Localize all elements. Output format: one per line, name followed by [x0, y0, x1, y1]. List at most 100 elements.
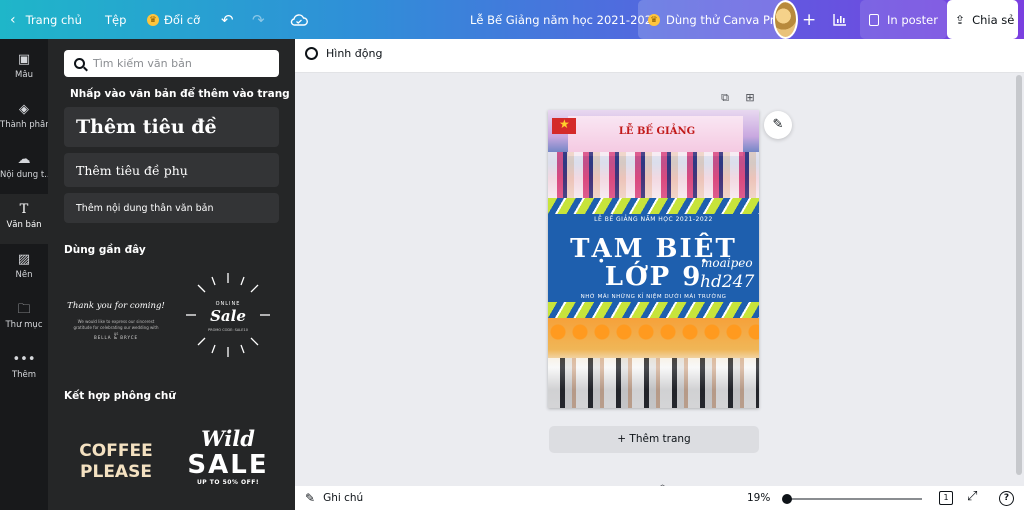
- poster-signature-2: hd247: [700, 272, 755, 292]
- rail-item-more[interactable]: ••• Thêm: [0, 344, 48, 394]
- bottom-bar: ✎ Ghi chú 19% 1 ⤢ ?: [295, 486, 1024, 510]
- try-pro-button[interactable]: ♛ Dùng thử Canva Pro: [638, 0, 792, 39]
- animate-icon: [305, 47, 318, 60]
- sale-main: Sale: [210, 307, 246, 325]
- zoom-slider-knob[interactable]: [782, 494, 792, 504]
- file-menu-button[interactable]: Tệp: [105, 0, 126, 39]
- add-subheading-button[interactable]: Thêm tiêu đề phụ: [64, 153, 279, 187]
- search-icon: [74, 58, 85, 69]
- poster-signature-1: moaipeo: [701, 256, 753, 270]
- rail-item-label: Mẫu: [15, 70, 33, 80]
- animate-button[interactable]: Hình động: [305, 47, 382, 60]
- print-label: In poster: [887, 12, 938, 27]
- rail-item-label: Thêm: [11, 370, 37, 380]
- share-icon: ⇪: [955, 12, 966, 27]
- fullscreen-icon[interactable]: ⤢: [967, 489, 977, 504]
- panel-hint: Nhấp vào văn bản để thêm vào trang: [70, 88, 290, 100]
- search-input[interactable]: Tìm kiếm văn bản: [64, 50, 279, 77]
- redo-icon[interactable]: ↷: [252, 0, 265, 39]
- graduates-photo: [548, 358, 759, 408]
- thanks-script: Thank you for coming!: [67, 301, 165, 311]
- rail-item-text[interactable]: T Văn bản: [0, 194, 48, 244]
- share-label: Chia sẻ: [972, 12, 1015, 27]
- home-label: Trang chủ: [25, 12, 82, 27]
- thanks-names: BELLA & BRYCE: [93, 335, 139, 340]
- rail-item-folder[interactable]: 🗀 Thư mục: [0, 294, 48, 344]
- crown-icon: ♛: [648, 13, 660, 26]
- notes-button[interactable]: ✎ Ghi chú: [305, 491, 363, 505]
- recent-text-thank-you[interactable]: Thank you for coming! We would like to e…: [64, 269, 168, 359]
- recent-text-online-sale[interactable]: ONLINE Sale PROMO CODE: SALE10: [176, 271, 280, 359]
- rail-item-background[interactable]: ▨ Nền: [0, 244, 48, 294]
- bottom-photo: [548, 318, 759, 408]
- duplicate-page-icon[interactable]: ⧉: [718, 91, 732, 105]
- font-combo-coffee-please[interactable]: COFFEE PLEASE: [64, 419, 168, 509]
- rail-item-label: Thành phần: [0, 120, 48, 130]
- chevron-left-icon: ‹: [10, 11, 16, 28]
- resize-button[interactable]: ♛ Đổi cỡ: [147, 0, 200, 39]
- students-photo: [548, 152, 759, 198]
- balloons-image: [548, 318, 759, 350]
- top-bar: ‹ Trang chủ Tệp ♛ Đổi cỡ ↶ ↷ Lễ Bế Giảng…: [0, 0, 1024, 39]
- search-placeholder: Tìm kiếm văn bản: [93, 57, 192, 70]
- flag-image: [552, 117, 576, 134]
- top-photo: LỄ BẾ GIẢNG: [548, 110, 759, 198]
- home-button[interactable]: ‹ Trang chủ: [10, 0, 82, 39]
- notes-icon: ✎: [305, 491, 316, 505]
- help-icon[interactable]: ?: [999, 491, 1014, 506]
- plus-icon[interactable]: +: [802, 0, 816, 39]
- print-button[interactable]: In poster: [860, 0, 947, 39]
- templates-icon: ▣: [17, 52, 31, 67]
- zoom-level[interactable]: 19%: [747, 492, 770, 504]
- avatar[interactable]: [773, 0, 798, 39]
- text-icon: T: [19, 202, 29, 217]
- sale-fine-print: PROMO CODE: SALE10: [208, 328, 248, 332]
- background-icon: ▨: [17, 252, 31, 267]
- folder-icon: 🗀: [17, 302, 31, 317]
- undo-icon[interactable]: ↶: [221, 0, 234, 39]
- hazard-stripe-bottom: [548, 302, 759, 318]
- animate-label: Hình động: [326, 47, 383, 60]
- rail-item-label: Nền: [15, 270, 33, 280]
- document-title[interactable]: Lễ Bế Giảng năm học 2021-2022: [470, 0, 659, 39]
- side-rail: ▣ Mẫu ◈ Thành phần ☁ Nội dung t... T Văn…: [0, 39, 48, 510]
- add-comment-icon[interactable]: ✎: [764, 111, 792, 139]
- poster-footer: NHỚ MÃI NHỮNG KỈ NIỆM DƯỚI MÁI TRƯỜNG: [580, 294, 727, 300]
- rail-item-uploads[interactable]: ☁ Nội dung t...: [0, 144, 48, 194]
- rail-item-label: Văn bản: [6, 220, 42, 230]
- more-icon: •••: [12, 352, 36, 367]
- notes-label: Ghi chú: [323, 492, 364, 504]
- add-page-button[interactable]: + Thêm trang: [549, 426, 759, 453]
- wild-upto: UP TO 50% OFF!: [196, 479, 260, 486]
- poster-subtitle: LỄ BẾ GIẢNG NĂM HỌC 2021-2022: [594, 216, 713, 223]
- banner-title: LỄ BẾ GIẢNG: [618, 126, 696, 137]
- zoom-slider[interactable]: [787, 498, 922, 500]
- print-icon: [869, 13, 879, 26]
- wild-sale-word: SALE: [187, 450, 269, 480]
- rail-item-label: Nội dung t...: [0, 170, 48, 180]
- page-count-button[interactable]: 1: [939, 491, 953, 505]
- stats-icon[interactable]: [833, 0, 847, 39]
- add-heading-button[interactable]: Thêm tiêu đề: [64, 107, 279, 147]
- share-button[interactable]: ⇪ Chia sẻ: [947, 0, 1018, 39]
- poster-page[interactable]: LỄ BẾ GIẢNG LỄ BẾ GIẢNG NĂM HỌC 2021-202…: [548, 110, 759, 408]
- hazard-stripe-top: [548, 198, 759, 214]
- upload-icon: ☁: [17, 152, 31, 167]
- recent-section-title: Dùng gần đây: [64, 244, 146, 256]
- add-page-icon[interactable]: ⊞: [743, 91, 757, 105]
- canvas-scrollbar[interactable]: [1014, 73, 1024, 486]
- crown-icon: ♛: [147, 13, 159, 26]
- text-panel: Tìm kiếm văn bản Nhấp vào văn bản để thê…: [48, 39, 295, 510]
- elements-icon: ◈: [19, 102, 29, 117]
- cloud-saved-icon[interactable]: [290, 0, 308, 39]
- wild-script: Wild: [201, 426, 255, 451]
- add-body-text-button[interactable]: Thêm nội dung thân văn bản: [64, 193, 279, 223]
- rail-item-elements[interactable]: ◈ Thành phần: [0, 94, 48, 144]
- font-combo-section-title: Kết hợp phông chữ: [64, 390, 176, 402]
- resize-label: Đổi cỡ: [164, 12, 201, 27]
- try-pro-label: Dùng thử Canva Pro: [666, 12, 782, 27]
- scrollbar-thumb[interactable]: [1016, 75, 1022, 475]
- context-toolbar: Hình động: [295, 39, 1024, 73]
- font-combo-wild-sale[interactable]: Wild SALE UP TO 50% OFF!: [176, 419, 280, 509]
- rail-item-templates[interactable]: ▣ Mẫu: [0, 44, 48, 94]
